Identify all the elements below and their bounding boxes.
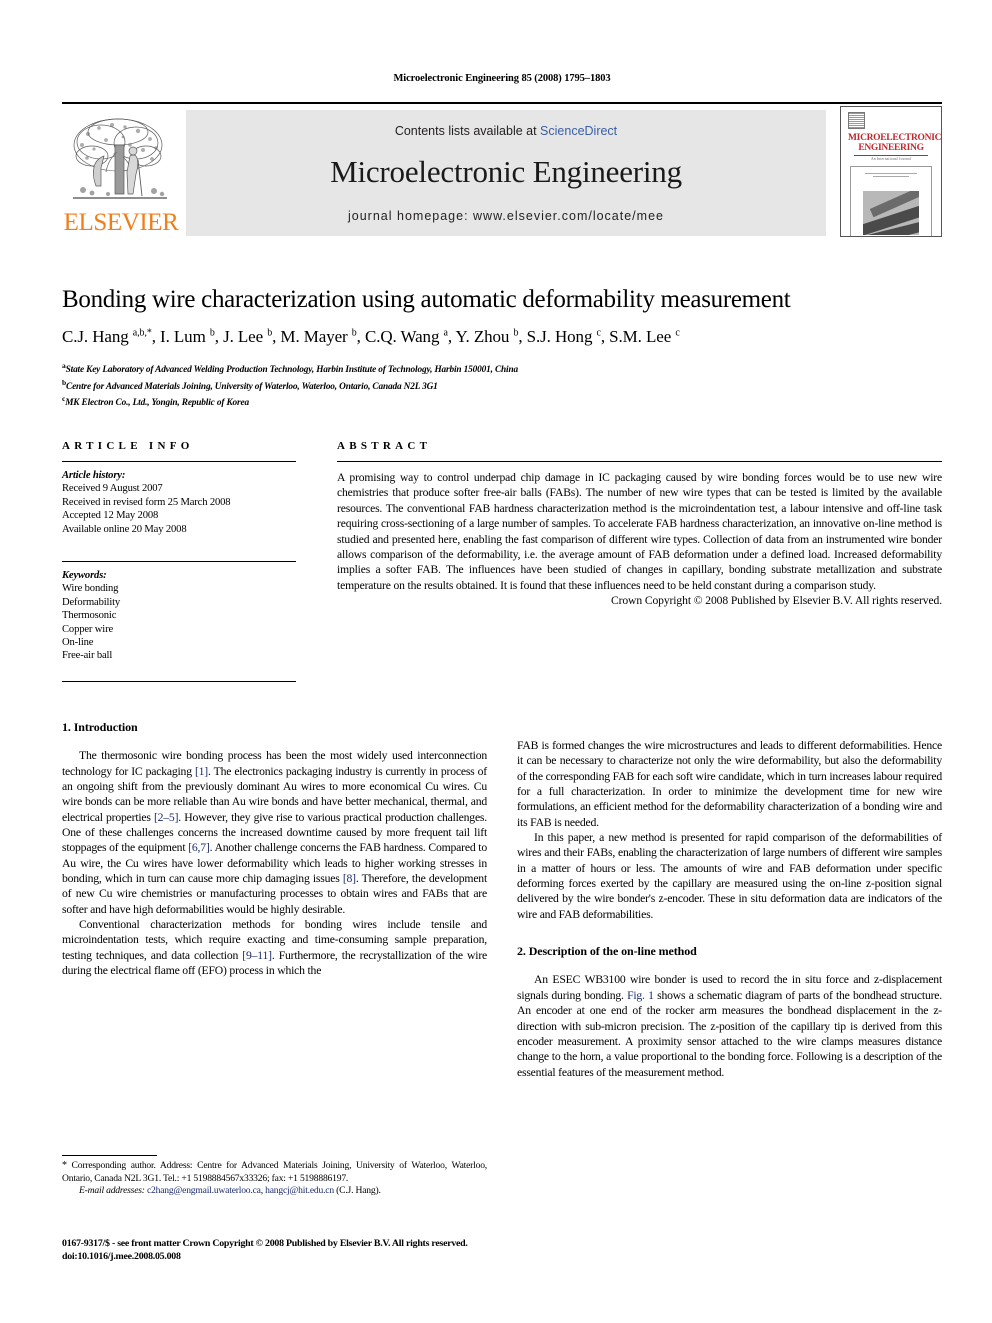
article-history-items: Received 9 August 2007 Received in revise… xyxy=(62,482,296,536)
citation-link[interactable]: Fig. 1 xyxy=(627,989,654,1002)
article-history-item: Accepted 12 May 2008 xyxy=(62,510,159,522)
imprint-line-issn: 0167-9317/$ - see front matter Crown Cop… xyxy=(62,1238,468,1249)
citation-link[interactable]: [2–5] xyxy=(154,811,179,824)
elsevier-logo: ELSEVIER xyxy=(62,110,180,236)
paragraph-5: An ESEC WB3100 wire bonder is used to re… xyxy=(517,973,942,1079)
keywords: Keywords: Wire bonding Deformability Therm… xyxy=(62,569,296,663)
email-note: E-mail addresses: c2hang@engmail.uwaterl… xyxy=(79,1185,381,1197)
journal-title: Microelectronic Engineering xyxy=(330,154,682,189)
cover-rule xyxy=(854,155,928,156)
cover-line xyxy=(865,173,917,174)
affiliation: aState Key Laboratory of Advanced Weldin… xyxy=(62,361,518,376)
elsevier-tree-icon xyxy=(68,112,172,210)
article-info-rule-mid xyxy=(62,561,296,563)
affiliation: cMK Electron Co., Ltd., Yongin, Republic… xyxy=(62,394,249,409)
keyword-item: Copper wire xyxy=(62,623,114,635)
elsevier-wordmark: ELSEVIER xyxy=(63,209,179,236)
author-list: C.J. Hang a,b,*, I. Lum b, J. Lee b, M. … xyxy=(62,327,680,346)
article-title: Bonding wire characterization using auto… xyxy=(62,286,791,313)
body-column-right: FAB is formed changes the wire microstru… xyxy=(517,738,942,1080)
journal-masthead: ELSEVIER Contents lists available at Sci… xyxy=(62,102,942,240)
article-history-label: Article history: xyxy=(62,470,126,481)
abstract-column: ABSTRACT A promising way to control unde… xyxy=(337,440,942,607)
cover-inner: MICROELECTRONIC ENGINEERING An Internati… xyxy=(848,112,942,236)
sciencedirect-link[interactable]: ScienceDirect xyxy=(540,124,617,138)
paragraph-1: The thermosonic wire bonding process has… xyxy=(62,749,487,916)
citation-link[interactable]: [6,7] xyxy=(188,841,210,854)
keyword-item: Thermosonic xyxy=(62,610,117,622)
affiliation-mark: a xyxy=(62,361,66,370)
affiliation-mark: c xyxy=(62,394,66,404)
paragraph-2: Conventional characterization methods fo… xyxy=(62,918,487,978)
corresponding-author-note: * Corresponding author. Address: Centre … xyxy=(62,1160,487,1184)
abstract-heading: ABSTRACT xyxy=(337,440,432,452)
section-heading-method: 2. Description of the on-line method xyxy=(517,944,697,959)
keywords-label: Keywords: xyxy=(62,570,107,582)
citation-link[interactable]: [1] xyxy=(195,765,208,778)
email-label: E-mail addresses: xyxy=(79,1185,145,1197)
affiliation: bCentre for Advanced Materials Joining, … xyxy=(62,377,438,392)
keyword-item: On-line xyxy=(62,637,94,649)
cover-publisher-mark-icon xyxy=(848,112,865,129)
cover-title: MICROELECTRONIC ENGINEERING xyxy=(848,133,942,153)
cover-line xyxy=(872,176,910,177)
cover-title-line2: ENGINEERING xyxy=(858,143,924,153)
imprint-block: 0167-9317/$ - see front matter Crown Cop… xyxy=(62,1238,662,1263)
article-info-rule-bottom xyxy=(62,680,296,682)
article-history-item: Received 9 August 2007 xyxy=(62,483,163,495)
cover-photo xyxy=(863,191,919,235)
article-history-item: Received in revised form 25 March 2008 xyxy=(62,496,231,508)
article-info-heading: ARTICLE INFO xyxy=(62,440,194,452)
body-column-left: 1. Introduction The thermosonic wire bon… xyxy=(62,720,487,979)
article-info-rule-top xyxy=(62,461,296,462)
imprint-line-doi: doi:10.1016/j.mee.2008.05.008 xyxy=(62,1250,181,1262)
keyword-items: Wire bonding Deformability Thermosonic Copp… xyxy=(62,582,296,662)
journal-banner: Contents lists available at ScienceDirec… xyxy=(186,110,826,236)
cover-artwork-frame xyxy=(850,166,932,236)
paragraph-3: FAB is formed changes the wire microstru… xyxy=(517,739,942,829)
abstract-text: A promising way to control underpad chip… xyxy=(337,471,942,592)
keyword-item: Deformability xyxy=(62,596,121,608)
footnote-rule xyxy=(62,1155,157,1156)
running-head: Microelectronic Engineering 85 (2008) 17… xyxy=(393,73,611,84)
contents-line: Contents lists available at ScienceDirec… xyxy=(186,124,826,138)
paper-page: Microelectronic Engineering 85 (2008) 17… xyxy=(0,0,992,1323)
affiliation-list: aState Key Laboratory of Advanced Weldin… xyxy=(62,360,942,410)
cover-title-line1: MICROELECTRONIC xyxy=(848,133,942,143)
cover-subtitle: An International Journal xyxy=(871,157,911,161)
keyword-item: Wire bonding xyxy=(62,583,119,595)
cover-text-lines xyxy=(865,173,917,179)
section-heading-introduction: 1. Introduction xyxy=(62,720,138,734)
article-history-item: Available online 20 May 2008 xyxy=(62,523,187,535)
paragraph-4: In this paper, a new method is presented… xyxy=(517,831,942,921)
article-info-column: ARTICLE INFO Article history: Received 9… xyxy=(62,440,296,682)
email-address-2[interactable]: hangcj@hit.edu.cn xyxy=(265,1185,334,1196)
email-address-1[interactable]: c2hang@engmail.uwaterloo.ca xyxy=(147,1185,261,1196)
citation-link[interactable]: [8] xyxy=(343,872,356,885)
abstract-rule xyxy=(337,461,942,462)
footnote-block: * Corresponding author. Address: Centre … xyxy=(62,1160,487,1198)
journal-homepage[interactable]: journal homepage: www.elsevier.com/locat… xyxy=(186,209,826,223)
citation-link[interactable]: [9–11] xyxy=(242,949,272,962)
affiliation-mark: b xyxy=(62,377,67,387)
footnote-marker: * xyxy=(62,1160,67,1171)
abstract-copyright: Crown Copyright © 2008 Published by Else… xyxy=(610,594,942,608)
journal-cover-thumbnail[interactable]: MICROELECTRONIC ENGINEERING An Internati… xyxy=(840,106,942,237)
contents-prefix: Contents lists available at xyxy=(394,124,541,138)
keyword-item: Free-air ball xyxy=(62,650,113,662)
article-history: Article history: Received 9 August 2007 R… xyxy=(62,469,296,536)
